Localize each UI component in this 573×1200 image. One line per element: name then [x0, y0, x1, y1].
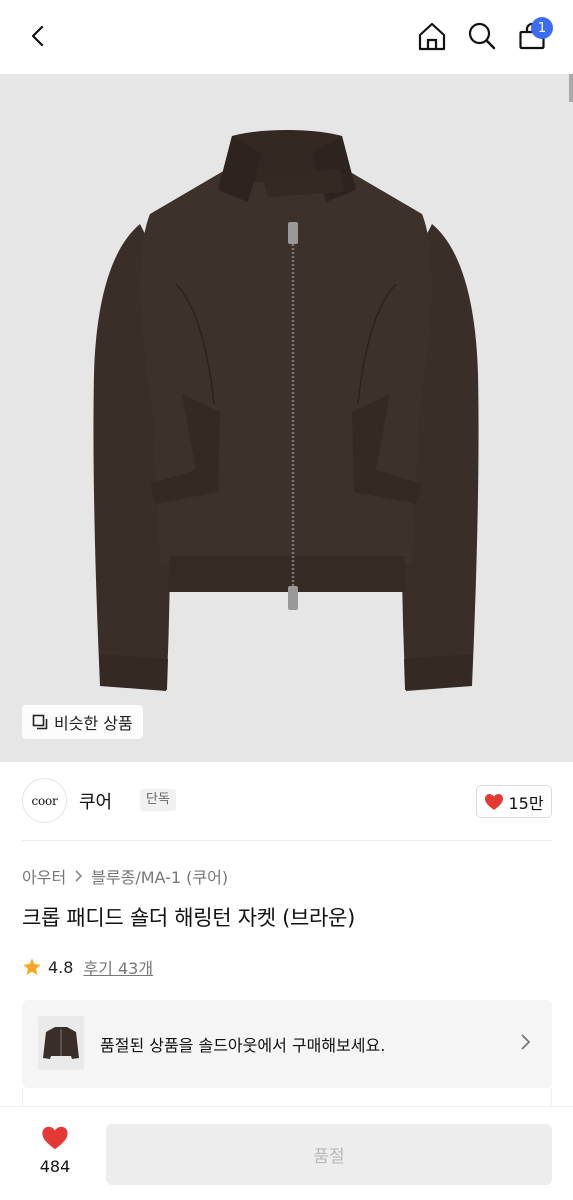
- divider: [22, 840, 552, 841]
- brand-like-button[interactable]: 15만: [476, 785, 552, 818]
- brand-row: coor 쿠어 단독 15만: [22, 778, 552, 824]
- exclusive-tag: 단독: [140, 789, 176, 811]
- similar-items-button[interactable]: 비슷한 상품: [22, 705, 143, 739]
- search-button[interactable]: [460, 14, 504, 58]
- back-button[interactable]: [17, 14, 61, 58]
- wishlist-button[interactable]: 484: [26, 1125, 84, 1176]
- back-arrow-icon: [31, 25, 44, 47]
- review-count-link[interactable]: 후기 43개: [83, 955, 153, 979]
- partial-card: [22, 1088, 552, 1108]
- brand-name[interactable]: 쿠어: [79, 788, 112, 814]
- wishlist-count: 484: [39, 1157, 71, 1176]
- product-image[interactable]: 비슷한 상품: [0, 74, 573, 762]
- similar-items-icon: [32, 714, 48, 730]
- home-icon: [418, 22, 446, 51]
- cart-count-badge: 1: [531, 17, 553, 39]
- similar-items-label: 비슷한 상품: [54, 714, 133, 733]
- chevron-right-icon: [75, 870, 83, 882]
- image-scroll-indicator: [569, 74, 573, 102]
- star-icon: [23, 958, 41, 975]
- bottom-action-bar: 484 품절: [0, 1106, 573, 1200]
- search-icon: [468, 22, 496, 50]
- soldout-banner[interactable]: 품절된 상품을 솔드아웃에서 구매해보세요.: [22, 1000, 552, 1088]
- breadcrumb-item-category[interactable]: 블루종/MA-1 (쿠어): [91, 864, 228, 888]
- soldout-thumbnail: [38, 1016, 84, 1070]
- soldout-buy-button[interactable]: 품절: [106, 1124, 552, 1185]
- jacket-image: [93, 130, 479, 691]
- rating-row: 4.8 후기 43개: [22, 955, 153, 979]
- brand-logo[interactable]: coor: [22, 778, 67, 823]
- rating-value: 4.8: [48, 957, 74, 977]
- chevron-right-icon: [521, 1034, 531, 1050]
- heart-icon: [485, 793, 504, 810]
- breadcrumb-item-outer[interactable]: 아우터: [22, 864, 66, 888]
- soldout-banner-text: 품절된 상품을 솔드아웃에서 구매해보세요.: [100, 1036, 386, 1055]
- cart-button[interactable]: 1: [510, 14, 554, 58]
- top-navigation-bar: 1: [0, 0, 573, 74]
- brand-like-count: 15만: [508, 793, 544, 813]
- breadcrumb: 아우터 블루종/MA-1 (쿠어): [22, 864, 228, 888]
- product-title: 크롭 패디드 숄더 해링턴 자켓 (브라운): [22, 906, 355, 930]
- home-button[interactable]: [410, 14, 454, 58]
- heart-icon: [42, 1126, 68, 1150]
